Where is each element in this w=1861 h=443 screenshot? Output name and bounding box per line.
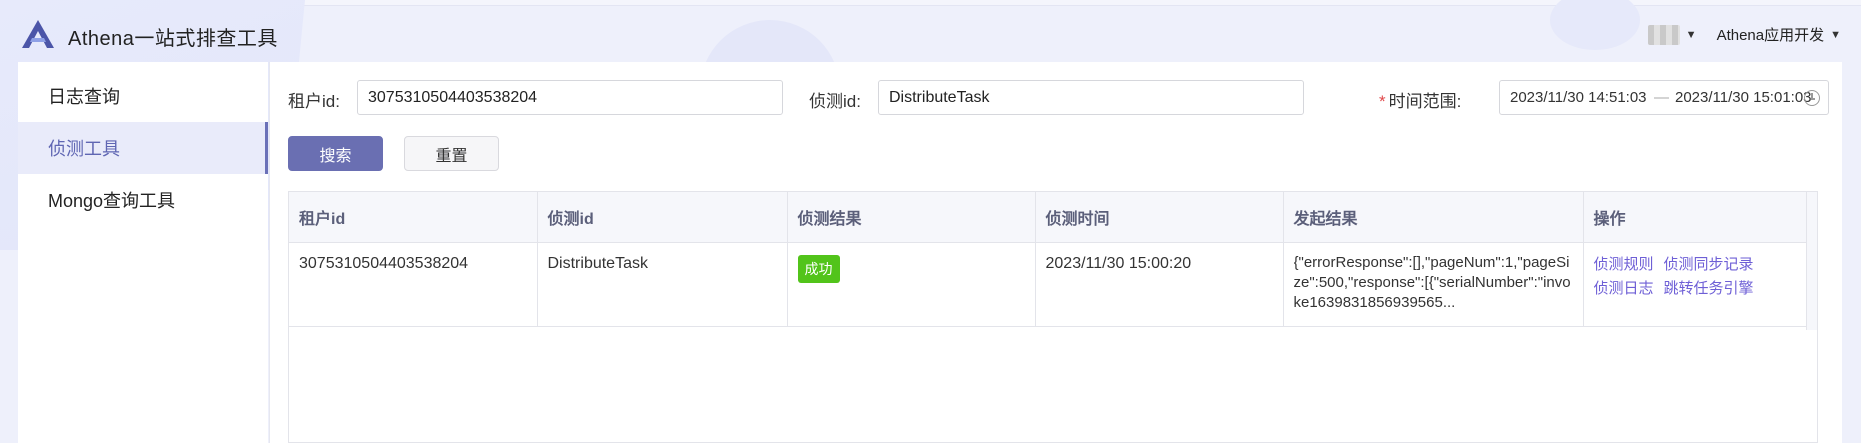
cell-detection-result: 成功: [787, 242, 1036, 327]
detection-sync-record-link[interactable]: 侦测同步记录: [1664, 256, 1754, 273]
sidebar-item-mongo-query[interactable]: Mongo查询工具: [18, 174, 268, 226]
time-range-separator: —: [1654, 89, 1669, 106]
table-row: 3075310504403538204 DistributeTask 成功 20…: [289, 242, 1807, 327]
reset-button[interactable]: 重置: [404, 136, 499, 171]
column-header: 租户id: [289, 192, 538, 243]
tenant-id-label: 租户id:: [288, 92, 340, 111]
main-panel: 租户id: 侦测id: *时间范围: 2023/11/30 14:51:03 —…: [269, 62, 1842, 443]
detection-id-label: 侦测id:: [809, 92, 861, 111]
result-text: {"errorResponse":[],"pageNum":1,"pageSiz…: [1293, 253, 1571, 311]
time-range-start[interactable]: 2023/11/30 14:51:03: [1500, 89, 1648, 106]
sidebar: 日志查询 侦测工具 Mongo查询工具: [18, 62, 268, 443]
cell-tenant-id: 3075310504403538204: [289, 242, 538, 327]
required-marker: *: [1379, 92, 1386, 111]
sidebar-item-log-query[interactable]: 日志查询: [18, 70, 268, 122]
cell-detection-id: DistributeTask: [537, 242, 788, 327]
table-scroll-gutter: [1806, 192, 1817, 330]
athena-logo-icon: [22, 20, 54, 48]
tenant-id-input[interactable]: [357, 80, 783, 115]
results-table: 租户id 侦测id 侦测结果 侦测时间 发起结果 操作 307531050440…: [288, 191, 1818, 443]
app-title: Athena一站式排查工具: [68, 28, 278, 50]
cell-detection-time: 2023/11/30 15:00:20: [1035, 242, 1284, 327]
detection-log-link[interactable]: 侦测日志: [1594, 280, 1654, 297]
app-header: Athena一站式排查工具 ▼ Athena应用开发 ▼: [0, 6, 1861, 62]
jump-task-engine-link[interactable]: 跳转任务引擎: [1664, 280, 1754, 297]
status-badge: 成功: [797, 254, 840, 283]
avatar[interactable]: [1647, 24, 1680, 45]
cell-actions: 侦测规则 侦测同步记录 侦测日志 跳转任务引擎: [1583, 242, 1807, 327]
time-range-end[interactable]: 2023/11/30 15:01:03: [1675, 89, 1823, 106]
org-name[interactable]: Athena应用开发: [1717, 24, 1825, 45]
sidebar-item-detection-tool[interactable]: 侦测工具: [18, 122, 268, 174]
search-button[interactable]: 搜索: [288, 136, 383, 171]
column-header: 发起结果: [1283, 192, 1584, 243]
caret-down-icon[interactable]: ▼: [1686, 29, 1697, 41]
search-form: 租户id: 侦测id: *时间范围: 2023/11/30 14:51:03 —…: [288, 80, 1830, 115]
table-header-row: 租户id 侦测id 侦测结果 侦测时间 发起结果 操作: [289, 192, 1807, 243]
column-header: 侦测id: [537, 192, 788, 243]
detection-rule-link[interactable]: 侦测规则: [1594, 256, 1654, 273]
time-range-label: * 时间范围:: [1379, 92, 1462, 111]
user-menu[interactable]: ▼ Athena应用开发 ▼: [1647, 24, 1841, 45]
column-header: 侦测结果: [787, 192, 1036, 243]
time-range-picker[interactable]: 2023/11/30 14:51:03 — 2023/11/30 15:01:0…: [1499, 80, 1829, 115]
clock-icon[interactable]: [1804, 90, 1820, 106]
column-header: 操作: [1583, 192, 1807, 243]
column-header: 侦测时间: [1035, 192, 1284, 243]
cell-initiate-result: {"errorResponse":[],"pageNum":1,"pageSiz…: [1283, 242, 1584, 327]
caret-down-icon[interactable]: ▼: [1830, 29, 1841, 41]
detection-id-input[interactable]: [878, 80, 1304, 115]
